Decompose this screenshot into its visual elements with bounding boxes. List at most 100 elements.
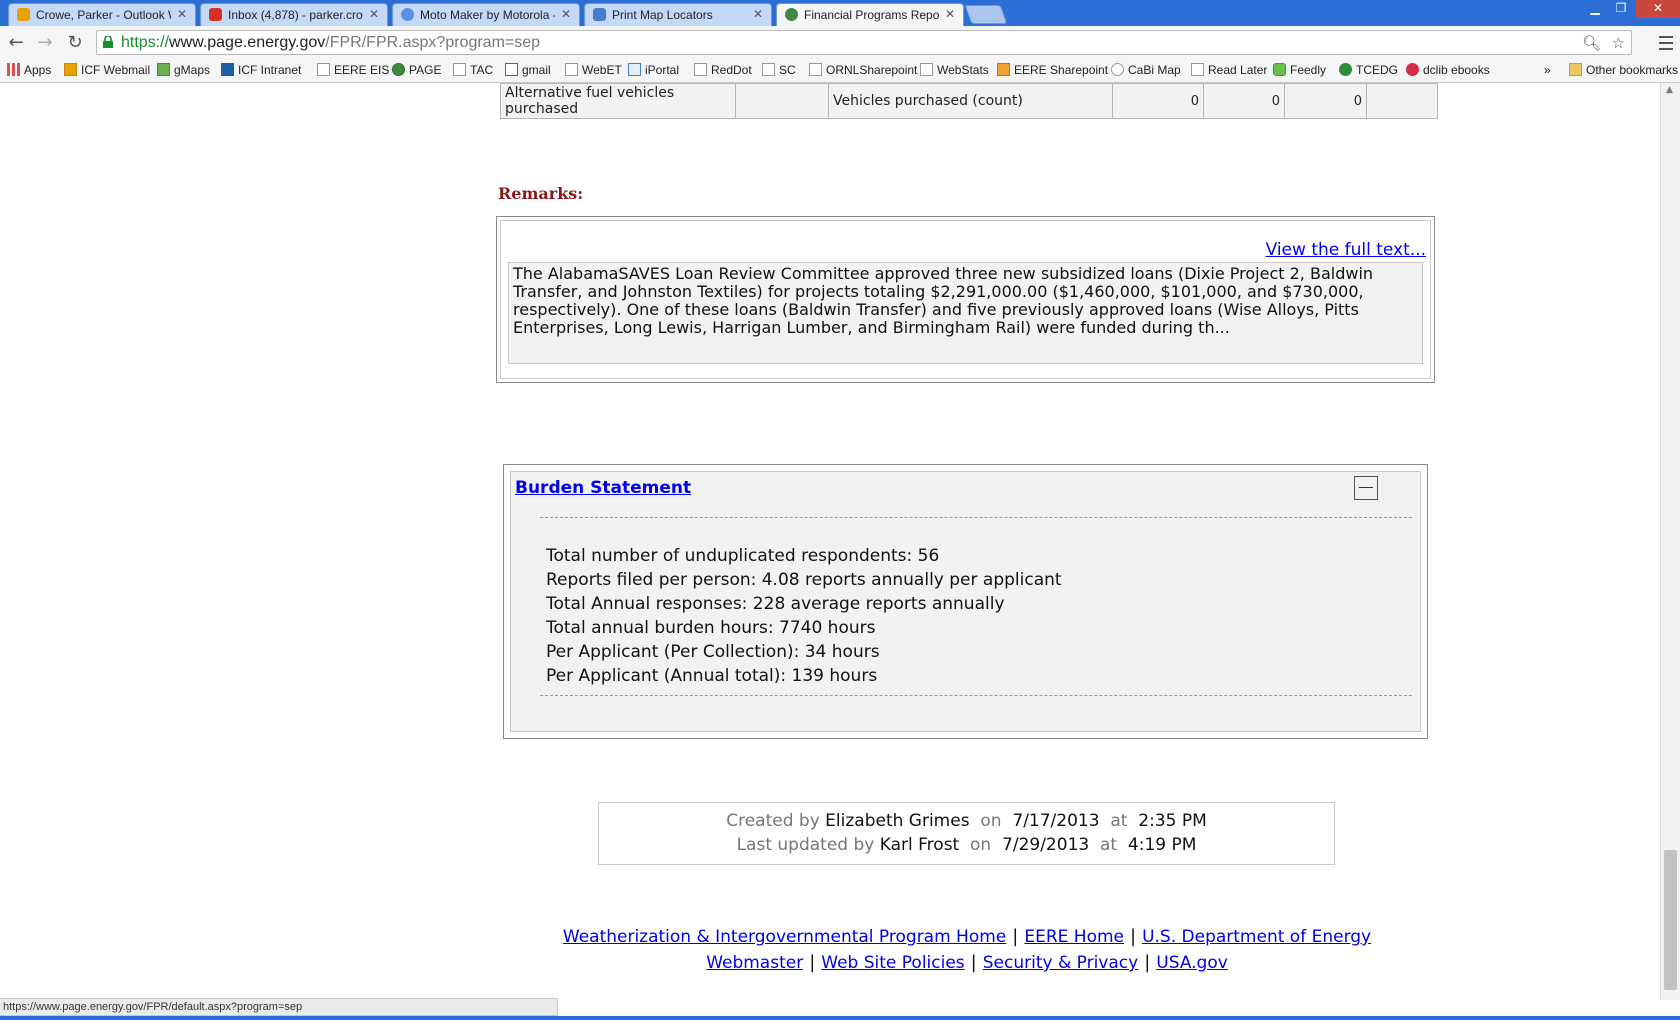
bookmark-webstats[interactable]: WebStats [920,63,989,77]
divider [540,517,1412,518]
browser-toolbar: ← → ↻ https://www.page.energy.gov/FPR/FP… [0,26,1680,60]
doe-link[interactable]: U.S. Department of Energy [1142,927,1371,947]
at-label: at [1100,835,1118,855]
footer-links: Weatherization & Intergovernmental Progr… [0,924,1660,976]
created-date: 7/17/2013 [1012,811,1100,831]
burden-statement-panel: Burden Statement Total number of undupli… [503,464,1428,739]
updated-label: Last updated by [736,835,875,855]
webmaster-link[interactable]: Webmaster [706,953,803,973]
updated-time: 4:19 PM [1127,835,1197,855]
page-content: Alternative fuel vehicles purchased Vehi… [0,83,1660,1000]
bookmark-webet[interactable]: WebET [565,63,622,77]
close-icon[interactable]: ✕ [945,7,955,21]
other-bookmarks[interactable]: Other bookmarks [1569,63,1678,77]
menu-icon[interactable] [1656,32,1676,54]
eere-home-link[interactable]: EERE Home [1024,927,1124,947]
value-cell: 0 [1112,83,1204,119]
page-icon [809,63,822,76]
tcedg-icon [1339,63,1352,76]
view-full-text-link[interactable]: View the full text... [1266,240,1426,260]
tab-strip: Crowe, Parker - Outlook Web ✕ Inbox (4,8… [0,0,1680,26]
bookmarks-overflow-chevron-icon[interactable]: » [1544,63,1551,77]
bookmark-ornl-sharepoint[interactable]: ORNLSharepoint [809,63,917,77]
on-label: on [980,811,1002,831]
outlook-icon [17,8,30,21]
doe-seal-icon [785,8,798,21]
tab-title: Inbox (4,878) - parker.crowe [228,8,363,22]
close-icon[interactable]: ✕ [561,7,571,21]
bookmark-gmail[interactable]: gmail [505,63,551,77]
bookmark-iportal[interactable]: iPortal [628,63,679,77]
bookmark-icf-intranet[interactable]: ICF Intranet [221,63,301,77]
motorola-icon [401,8,414,21]
forward-arrow-icon[interactable]: → [33,32,57,54]
star-icon[interactable]: ☆ [1612,34,1625,52]
bookmark-cabi-map[interactable]: CaBi Map [1111,63,1181,77]
window-close-icon[interactable]: ✕ [1636,0,1680,18]
apps-grid-icon [7,63,20,76]
feedly-icon [1273,63,1286,76]
bookmark-icf-webmail[interactable]: ICF Webmail [64,63,150,77]
outlook-icon [64,63,77,76]
burden-line: Total annual burden hours: 7740 hours [546,618,876,638]
wip-home-link[interactable]: Weatherization & Intergovernmental Progr… [563,927,1006,947]
reload-icon[interactable]: ↻ [63,32,87,54]
bookmark-gmaps[interactable]: gMaps [157,63,210,77]
table-row: Alternative fuel vehicles purchased Vehi… [500,83,1438,119]
bookmark-page[interactable]: PAGE [392,63,441,77]
collapse-button[interactable] [1354,476,1378,500]
tab-gmail[interactable]: Inbox (4,878) - parker.crowe ✕ [200,3,388,26]
zoom-icon[interactable]: 🔍︎ [1582,34,1601,52]
burden-statement-title-link[interactable]: Burden Statement [515,478,691,498]
record-history-box: Created by Elizabeth Grimes on 7/17/2013… [598,802,1335,865]
close-icon[interactable]: ✕ [177,7,187,21]
burden-line: Per Applicant (Annual total): 139 hours [546,666,878,686]
bookmark-apps[interactable]: Apps [7,63,51,77]
close-icon[interactable]: ✕ [369,7,379,21]
tab-outlook[interactable]: Crowe, Parker - Outlook Web ✕ [8,3,196,26]
security-privacy-link[interactable]: Security & Privacy [983,953,1138,973]
bookmark-eere-sharepoint[interactable]: EERE Sharepoint [997,63,1108,77]
separator: | [809,952,816,973]
bookmark-tac[interactable]: TAC [453,63,493,77]
bookmark-sc[interactable]: SC [762,63,796,77]
tab-motorola[interactable]: Moto Maker by Motorola - A ✕ [392,3,580,26]
gmail-icon [209,8,222,21]
bike-icon [1111,63,1124,76]
tab-title: Moto Maker by Motorola - A [420,8,555,22]
new-tab-button[interactable] [964,5,1008,24]
bookmark-feedly[interactable]: Feedly [1273,63,1326,77]
status-bar-url: https://www.page.energy.gov/FPR/default.… [0,998,558,1016]
burden-line: Reports filed per person: 4.08 reports a… [546,570,1062,590]
burden-line: Per Applicant (Per Collection): 34 hours [546,642,880,662]
bookmark-dclib-ebooks[interactable]: dclib ebooks [1406,63,1490,77]
value-cell: 0 [1203,83,1285,119]
value-cell: 0 [1284,83,1367,119]
scrollbar-thumb[interactable] [1664,850,1677,990]
tab-print-map[interactable]: Print Map Locators ✕ [584,3,772,26]
vertical-scrollbar[interactable]: ▲ [1660,83,1680,1000]
minimize-icon[interactable]: ▁ [1582,0,1608,18]
minus-icon [1359,487,1373,488]
back-arrow-icon[interactable]: ← [4,32,28,54]
web-site-policies-link[interactable]: Web Site Policies [821,953,964,973]
bookmark-tcedg[interactable]: TCEDG [1339,63,1398,77]
separator: | [970,952,977,973]
tab-financial-programs[interactable]: Financial Programs Report ✕ [776,3,964,26]
bookmark-reddot[interactable]: RedDot [694,63,752,77]
scroll-up-arrow-icon[interactable]: ▲ [1666,85,1673,95]
address-bar[interactable]: https://www.page.energy.gov/FPR/FPR.aspx… [96,30,1632,55]
created-line: Created by Elizabeth Grimes on 7/17/2013… [599,809,1334,833]
bookmark-read-later[interactable]: Read Later [1191,63,1267,77]
created-time: 2:35 PM [1138,811,1207,831]
metric-name-cell: Alternative fuel vehicles purchased [500,83,736,119]
page-icon [317,63,330,76]
tab-title: Print Map Locators [612,8,713,22]
usa-gov-link[interactable]: USA.gov [1156,953,1228,973]
bookmark-eere-eis[interactable]: EERE EIS [317,63,389,77]
gmail-icon [505,63,518,76]
at-label: at [1110,811,1128,831]
restore-icon[interactable]: ❐ [1608,0,1634,18]
updated-line: Last updated by Karl Frost on 7/29/2013 … [599,833,1334,857]
close-icon[interactable]: ✕ [753,7,763,21]
